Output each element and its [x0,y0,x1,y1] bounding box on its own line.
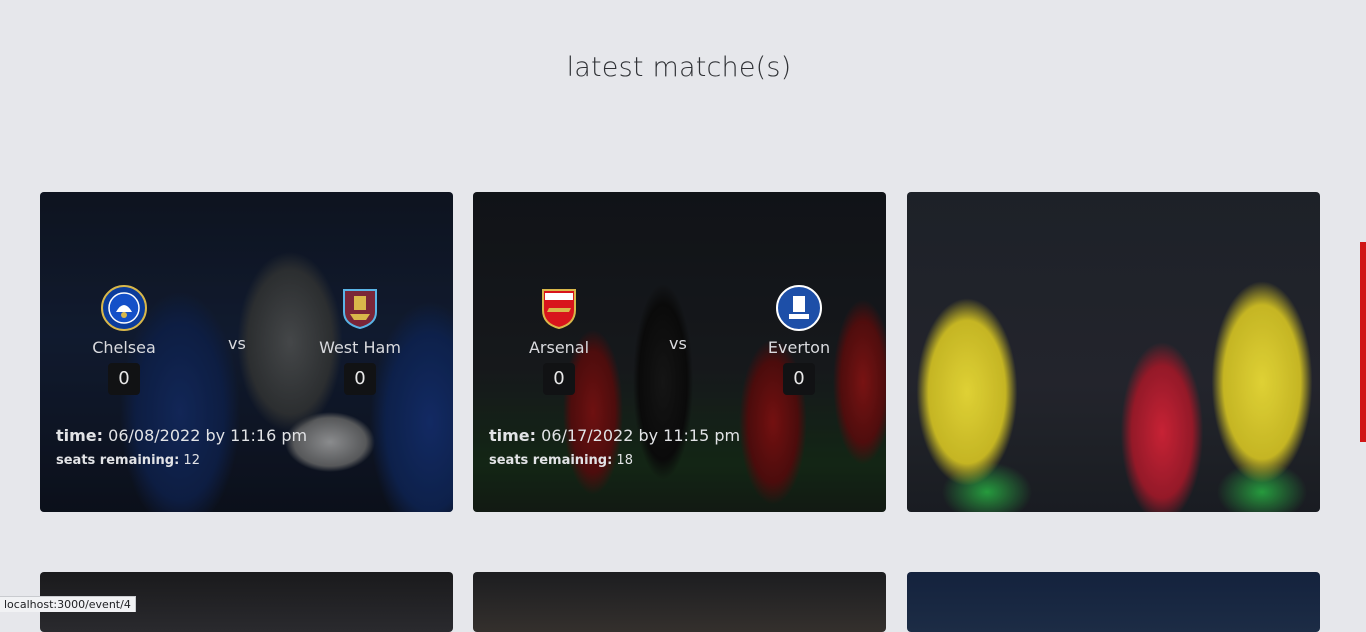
arsenal-crest-icon [542,289,576,330]
home-score: 0 [108,363,140,395]
away-team-name: West Ham [319,338,401,357]
away-score: 0 [783,363,815,395]
match-card-norwich[interactable] [907,192,1320,512]
home-team: Chelsea 0 [64,284,184,395]
time-label: time: [489,426,537,445]
match-card[interactable] [473,572,886,632]
match-card[interactable] [907,572,1320,632]
seats-value: 12 [183,453,200,468]
seats-remaining: seats remaining: 12 [56,453,200,468]
scrollbar-thumb[interactable] [1360,242,1366,442]
chelsea-crest-icon [101,285,147,331]
match-card-chelsea-west-ham[interactable]: Chelsea 0 vs West Ham 0 time: 06/08/2022… [40,192,453,512]
home-team: Arsenal 0 [499,284,619,395]
time-value: 06/08/2022 by 11:16 pm [108,426,308,445]
match-time: time: 06/08/2022 by 11:16 pm [56,426,307,445]
status-bar-url: localhost:3000/event/4 [0,596,136,612]
away-team: Everton 0 [739,284,859,395]
seats-label: seats remaining: [56,453,180,468]
vs-label: vs [669,334,687,353]
match-card-arsenal-everton[interactable]: Arsenal 0 vs Everton 0 time: 06/17/2022 … [473,192,886,512]
page-title: latest matche(s) [566,52,792,83]
seats-label: seats remaining: [489,453,613,468]
seats-value: 18 [616,453,633,468]
home-score: 0 [543,363,575,395]
match-photo [473,572,886,632]
west-ham-crest-icon [343,289,377,330]
away-team: West Ham 0 [300,284,420,395]
away-score: 0 [344,363,376,395]
vs-label: vs [228,334,246,353]
seats-remaining: seats remaining: 18 [489,453,633,468]
match-time: time: 06/17/2022 by 11:15 pm [489,426,740,445]
time-label: time: [56,426,104,445]
match-photo [907,572,1320,632]
home-team-name: Arsenal [528,338,590,357]
scrollbar[interactable] [1358,0,1366,612]
time-value: 06/17/2022 by 11:15 pm [541,426,741,445]
away-team-name: Everton [767,338,831,357]
home-team-name: Chelsea [92,338,156,357]
everton-crest-icon [776,285,822,331]
